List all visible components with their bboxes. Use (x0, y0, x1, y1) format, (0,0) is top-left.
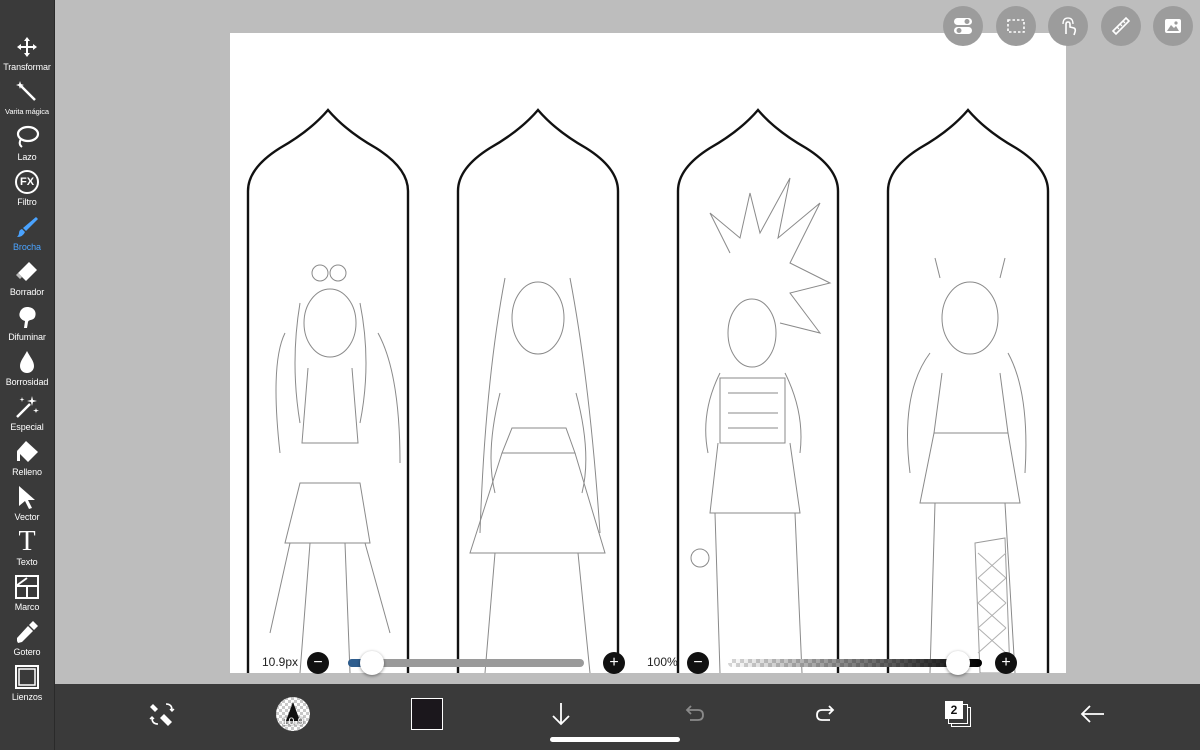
tool-frame[interactable]: Marco (0, 573, 54, 618)
tool-special[interactable]: Especial (0, 393, 54, 438)
tool-label: Varita mágica (5, 107, 49, 116)
layers-button[interactable]: 2 (938, 694, 978, 734)
special-sparkle-icon (13, 393, 41, 421)
blur-drop-icon (13, 348, 41, 376)
tool-fill[interactable]: Relleno (0, 438, 54, 483)
layer-count: 2 (945, 701, 963, 719)
tool-blur[interactable]: Borrosidad (0, 348, 54, 393)
brush-eraser-swap-icon (149, 703, 175, 726)
tool-transform[interactable]: Transformar (0, 33, 54, 78)
tool-label: Texto (16, 557, 38, 567)
opacity-decrease-button[interactable]: − (687, 652, 709, 674)
tool-magic-wand[interactable]: Varita mágica (0, 78, 54, 123)
opacity-increase-button[interactable]: + (995, 652, 1017, 674)
brush-preview-size: 10.9 (282, 716, 304, 728)
magic-wand-icon (13, 78, 41, 106)
brush-size-decrease-button[interactable]: − (307, 652, 329, 674)
brush-size-increase-button[interactable]: + (603, 652, 625, 674)
tool-eyedropper[interactable]: Gotero (0, 618, 54, 663)
minus-icon: − (693, 654, 703, 671)
canvas-area[interactable]: 10.9px − + 100% − + (55, 0, 1200, 684)
settings-toggle-button[interactable] (943, 6, 983, 46)
tool-label: Lienzos (11, 692, 43, 702)
tool-label: Vector (14, 512, 40, 522)
tool-label: Gotero (13, 647, 41, 657)
text-icon: T (18, 526, 36, 557)
redo-button[interactable] (806, 694, 846, 734)
touch-gesture-button[interactable] (1048, 6, 1088, 46)
brush-size-value: 10.9px (262, 655, 299, 669)
tool-filter[interactable]: FX Filtro (0, 168, 54, 213)
tool-label: Borrador (9, 287, 45, 297)
artboard[interactable] (230, 33, 1066, 674)
fill-bucket-icon (13, 438, 41, 466)
eraser-icon (13, 258, 41, 286)
character-sketches (269, 177, 1027, 674)
ruler-icon (1111, 16, 1131, 36)
layers-icon: 2 (944, 700, 972, 728)
color-picker-button[interactable] (407, 694, 447, 734)
brush-icon (13, 213, 41, 241)
tool-label: Marco (14, 602, 40, 612)
bottom-toolbar: 10.9 2 (55, 684, 1200, 750)
arrow-left-icon (1080, 705, 1104, 723)
brush-size-thumb[interactable] (359, 651, 384, 675)
tool-vector[interactable]: Vector (0, 483, 54, 528)
back-button[interactable] (1072, 694, 1112, 734)
tool-label: Lazo (17, 152, 37, 162)
plus-icon: + (1001, 654, 1011, 671)
tool-eraser[interactable]: Borrador (0, 258, 54, 303)
current-color-swatch (411, 698, 443, 730)
tool-canvas[interactable]: Lienzos (0, 663, 54, 708)
tool-text[interactable]: T Texto (0, 528, 54, 573)
redo-icon (816, 705, 835, 721)
home-indicator (550, 737, 680, 742)
brush-preview: 10.9 (276, 697, 310, 731)
plus-icon: + (609, 654, 619, 671)
opacity-value: 100% (647, 655, 678, 669)
tool-label: Borrosidad (5, 377, 49, 387)
arch-frames (246, 108, 1050, 673)
brush-settings-button[interactable]: 10.9 (273, 694, 313, 734)
image-gallery-icon (1165, 19, 1181, 33)
opacity-slider[interactable] (728, 659, 982, 667)
ruler-button[interactable] (1101, 6, 1141, 46)
tool-smudge[interactable]: Difuminar (0, 303, 54, 348)
selection-rect-icon (1007, 19, 1025, 33)
selection-button[interactable] (996, 6, 1036, 46)
tool-sidebar: Transformar Varita mágica Lazo FX Filtro… (0, 0, 55, 750)
undo-icon (685, 705, 704, 721)
frame-icon (13, 573, 41, 601)
canvas-icon (13, 663, 41, 691)
tool-label: Relleno (12, 467, 42, 477)
tool-label: Transformar (3, 62, 51, 72)
touch-gesture-icon (1062, 17, 1077, 36)
vector-arrow-icon (13, 483, 41, 511)
download-button[interactable] (541, 694, 581, 734)
swap-tool-button[interactable] (142, 694, 182, 734)
tool-brush[interactable]: Brocha (0, 213, 54, 258)
minus-icon: − (313, 654, 323, 671)
tool-label: Brocha (13, 242, 41, 252)
sketch-drawing (246, 108, 1050, 674)
arrow-down-icon (552, 703, 570, 726)
undo-button[interactable] (674, 694, 714, 734)
tool-label: Difuminar (8, 332, 46, 342)
toggle-settings-icon (954, 18, 972, 34)
smudge-icon (13, 303, 41, 331)
gallery-button[interactable] (1153, 6, 1193, 46)
tool-label: Filtro (17, 197, 37, 207)
move-icon (13, 33, 41, 61)
tool-lasso[interactable]: Lazo (0, 123, 54, 168)
fx-icon: FX (13, 168, 41, 196)
eyedropper-icon (13, 618, 41, 646)
lasso-icon (13, 123, 41, 151)
tool-label: Especial (10, 422, 44, 432)
opacity-thumb[interactable] (946, 651, 970, 675)
